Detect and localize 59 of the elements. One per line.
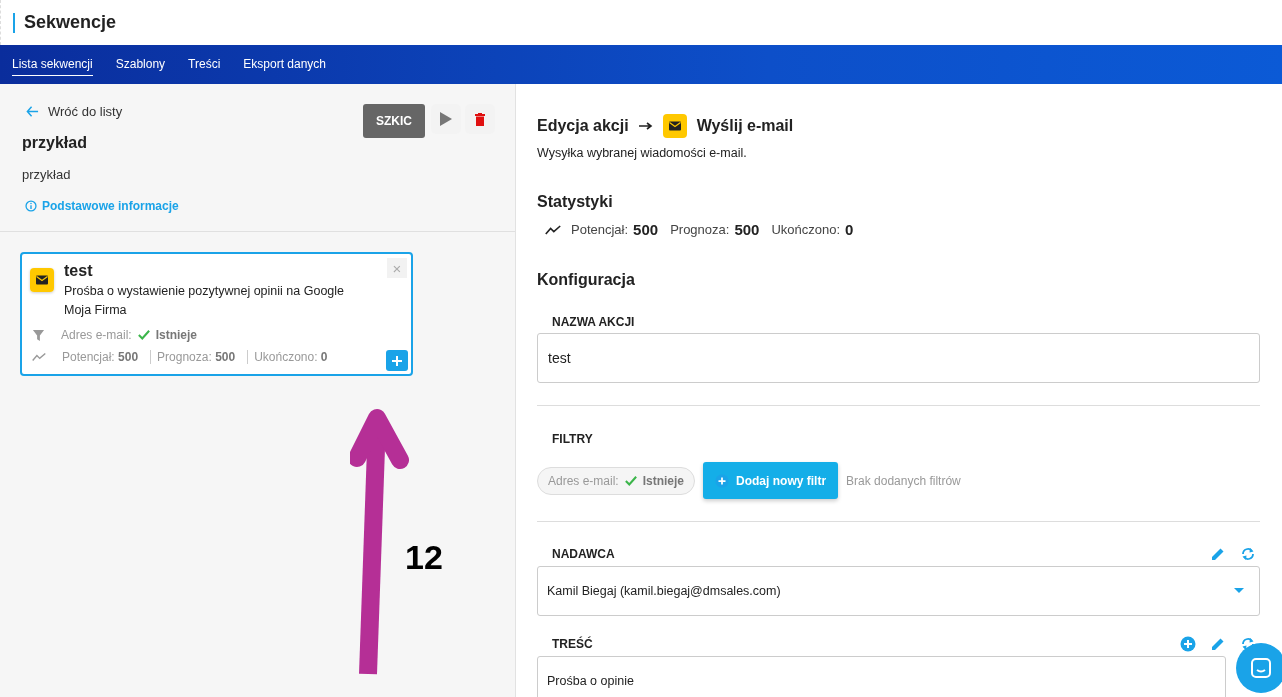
- stat-value: 500: [633, 221, 659, 238]
- trash-icon: [475, 112, 485, 126]
- filter-chip[interactable]: Adres e-mail: Istnieje: [537, 466, 696, 495]
- action-description: Wysyłka wybranej wiadomości e-mail.: [537, 146, 748, 160]
- plus-icon: [392, 355, 402, 366]
- field-label: NADAWCA: [552, 547, 615, 561]
- card-title: test: [64, 262, 94, 280]
- edit-icon[interactable]: [1210, 636, 1226, 652]
- dropdown-icon: [1234, 588, 1244, 594]
- annotation-number: 12: [405, 538, 443, 577]
- arrow-left-icon: [26, 105, 39, 118]
- action-type: Wyślij e-mail: [696, 117, 794, 135]
- breadcrumb-text: Edycja akcji: [537, 117, 629, 135]
- add-icon[interactable]: [1180, 636, 1196, 652]
- chat-icon: [1249, 656, 1273, 680]
- page-title: Sekwencje: [24, 12, 117, 33]
- nav-tab[interactable]: Eksport danych: [243, 53, 327, 76]
- nav-tab[interactable]: Szablony: [115, 53, 166, 76]
- section-title: Statystyki: [537, 193, 614, 211]
- info-icon: [25, 200, 37, 212]
- trend-icon: [32, 350, 46, 364]
- sender-select[interactable]: Kamil Biegaj (kamil.biegaj@dmsales.com): [537, 566, 1260, 616]
- filter-label: Adres e-mail:: [61, 328, 132, 342]
- nav-tab[interactable]: Treści: [188, 53, 221, 76]
- action-card[interactable]: test Prośba o wystawienie pozytywnej opinii na Google Moja Firma Adres e-mail: Istnieje Potencjał: 500 Prognoza: 500 Ukończono: 0 ×: [20, 252, 413, 376]
- arrow-right-icon: [638, 122, 653, 130]
- nav-tab[interactable]: Lista sekwencji: [12, 53, 93, 76]
- card-description: Prośba o wystawienie pozytywnej opinii na Google Moja Firma: [64, 283, 346, 319]
- content-select[interactable]: Prośba o opinie: [537, 656, 1226, 697]
- stat-label: Potencjał:: [571, 222, 629, 237]
- field-label: NAZWA AKCJI: [552, 315, 636, 329]
- add-button[interactable]: [386, 350, 408, 371]
- field-label: FILTRY: [552, 432, 594, 446]
- field-label: TREŚĆ: [552, 637, 593, 651]
- stat-value: 500: [734, 221, 760, 238]
- stat-text: Potencjał: 500: [62, 350, 140, 364]
- stat-text: Ukończono: 0: [247, 350, 334, 364]
- mail-icon: [30, 268, 54, 292]
- plus-icon: [715, 473, 730, 488]
- status-button[interactable]: SZKIC: [363, 104, 425, 138]
- edit-icon[interactable]: [1210, 546, 1226, 562]
- sequence-name: przykład: [22, 134, 88, 152]
- stat-label: Ukończono:: [771, 222, 841, 237]
- empty-text: Brak dodanych filtrów: [846, 473, 961, 488]
- filter-value: Istnieje: [155, 328, 198, 342]
- back-link[interactable]: Wróć do listy: [26, 104, 179, 119]
- sequence-description: przykład: [22, 167, 72, 182]
- filter-icon: [32, 328, 45, 342]
- play-icon: [440, 112, 452, 126]
- stat-label: Prognoza:: [670, 222, 730, 237]
- chat-button[interactable]: [1236, 643, 1282, 693]
- check-icon: [624, 474, 637, 487]
- stat-value: 0: [845, 221, 854, 238]
- refresh-icon[interactable]: [1240, 546, 1256, 562]
- check-icon: [137, 329, 150, 341]
- name-field[interactable]: test: [537, 333, 1260, 383]
- mail-icon: [662, 114, 687, 138]
- stat-text: Prognoza: 500: [150, 350, 242, 364]
- section-title: Konfiguracja: [537, 271, 636, 289]
